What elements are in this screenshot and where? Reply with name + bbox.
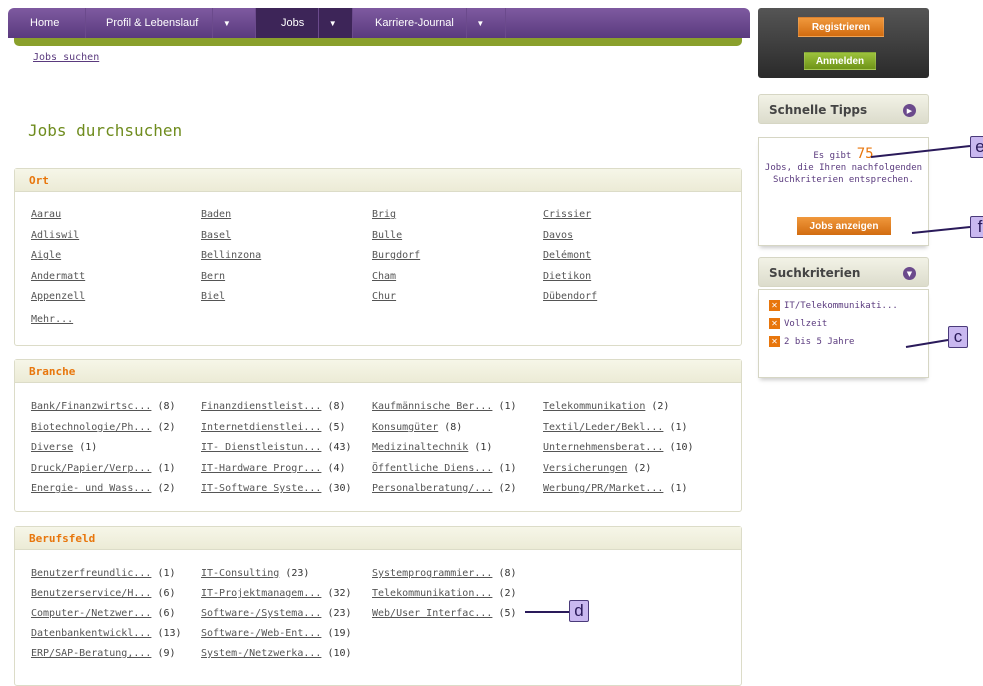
callout-lines — [525, 145, 971, 613]
callout-f: f — [970, 216, 983, 238]
callout-d: d — [569, 600, 589, 622]
callout-e: e — [970, 136, 983, 158]
callout-c: c — [948, 326, 968, 348]
